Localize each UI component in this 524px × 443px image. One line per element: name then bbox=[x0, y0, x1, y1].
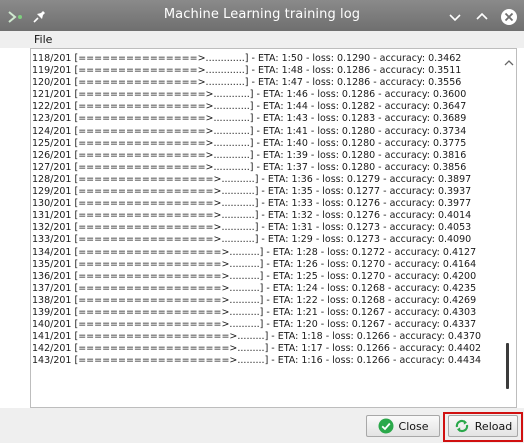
log-line: 141/201 [===================>.........] … bbox=[32, 331, 482, 343]
log-line: 119/201 [===============>.............] … bbox=[32, 65, 462, 77]
log-text-area[interactable]: 118/201 [===============>.............] … bbox=[30, 48, 517, 408]
log-line: 133/201 [=================>...........] … bbox=[32, 234, 472, 246]
close-icon[interactable] bbox=[500, 8, 518, 26]
reload-button[interactable]: Reload bbox=[448, 415, 518, 437]
minimize-icon[interactable] bbox=[446, 8, 464, 26]
button-bar: Close Reload bbox=[0, 408, 524, 443]
log-line: 127/201 [================>............] … bbox=[32, 161, 467, 173]
reload-button-label: Reload bbox=[474, 419, 513, 433]
log-line: 138/201 [==================>..........] … bbox=[32, 294, 477, 306]
log-line: 135/201 [==================>..........] … bbox=[32, 258, 477, 270]
log-line: 118/201 [===============>.............] … bbox=[32, 53, 462, 64]
log-line: 125/201 [================>............] … bbox=[32, 137, 467, 149]
log-line: 136/201 [==================>..........] … bbox=[32, 270, 477, 282]
menu-file[interactable]: File bbox=[34, 33, 52, 46]
checkmark-icon bbox=[378, 418, 394, 434]
log-line: 124/201 [================>............] … bbox=[32, 125, 467, 137]
vertical-scrollbar[interactable] bbox=[502, 49, 516, 407]
log-line: 142/201 [===================>.........] … bbox=[32, 343, 482, 355]
log-line: 128/201 [=================>...........] … bbox=[32, 173, 472, 185]
menu-bar: File bbox=[0, 31, 524, 48]
close-button[interactable]: Close bbox=[366, 415, 440, 437]
log-line: 130/201 [=================>...........] … bbox=[32, 198, 472, 210]
scroll-up-arrow-icon[interactable] bbox=[504, 53, 514, 66]
log-lines: 118/201 [===============>.............] … bbox=[31, 53, 501, 367]
log-line: 140/201 [==================>..........] … bbox=[32, 319, 477, 331]
log-line: 121/201 [================>............] … bbox=[32, 89, 467, 101]
window-controls bbox=[442, 6, 518, 26]
log-line: 132/201 [=================>...........] … bbox=[32, 222, 472, 234]
maximize-icon[interactable] bbox=[473, 8, 491, 26]
log-line: 139/201 [==================>..........] … bbox=[32, 306, 477, 318]
log-line: 129/201 [=================>...........] … bbox=[32, 186, 472, 198]
log-line: 134/201 [==================>..........] … bbox=[32, 246, 477, 258]
log-line: 122/201 [================>............] … bbox=[32, 101, 467, 113]
log-line: 143/201 [===================>.........] … bbox=[32, 355, 482, 367]
log-line: 131/201 [=================>...........] … bbox=[32, 210, 472, 222]
log-line: 120/201 [===============>.............] … bbox=[32, 77, 462, 89]
title-bar: Machine Learning training log bbox=[0, 0, 524, 31]
reload-icon bbox=[454, 418, 470, 434]
log-line: 126/201 [================>............] … bbox=[32, 149, 467, 161]
log-line: 123/201 [================>............] … bbox=[32, 113, 467, 125]
scrollbar-thumb[interactable] bbox=[506, 343, 509, 389]
close-button-label: Close bbox=[398, 419, 429, 433]
log-line: 137/201 [==================>..........] … bbox=[32, 282, 477, 294]
